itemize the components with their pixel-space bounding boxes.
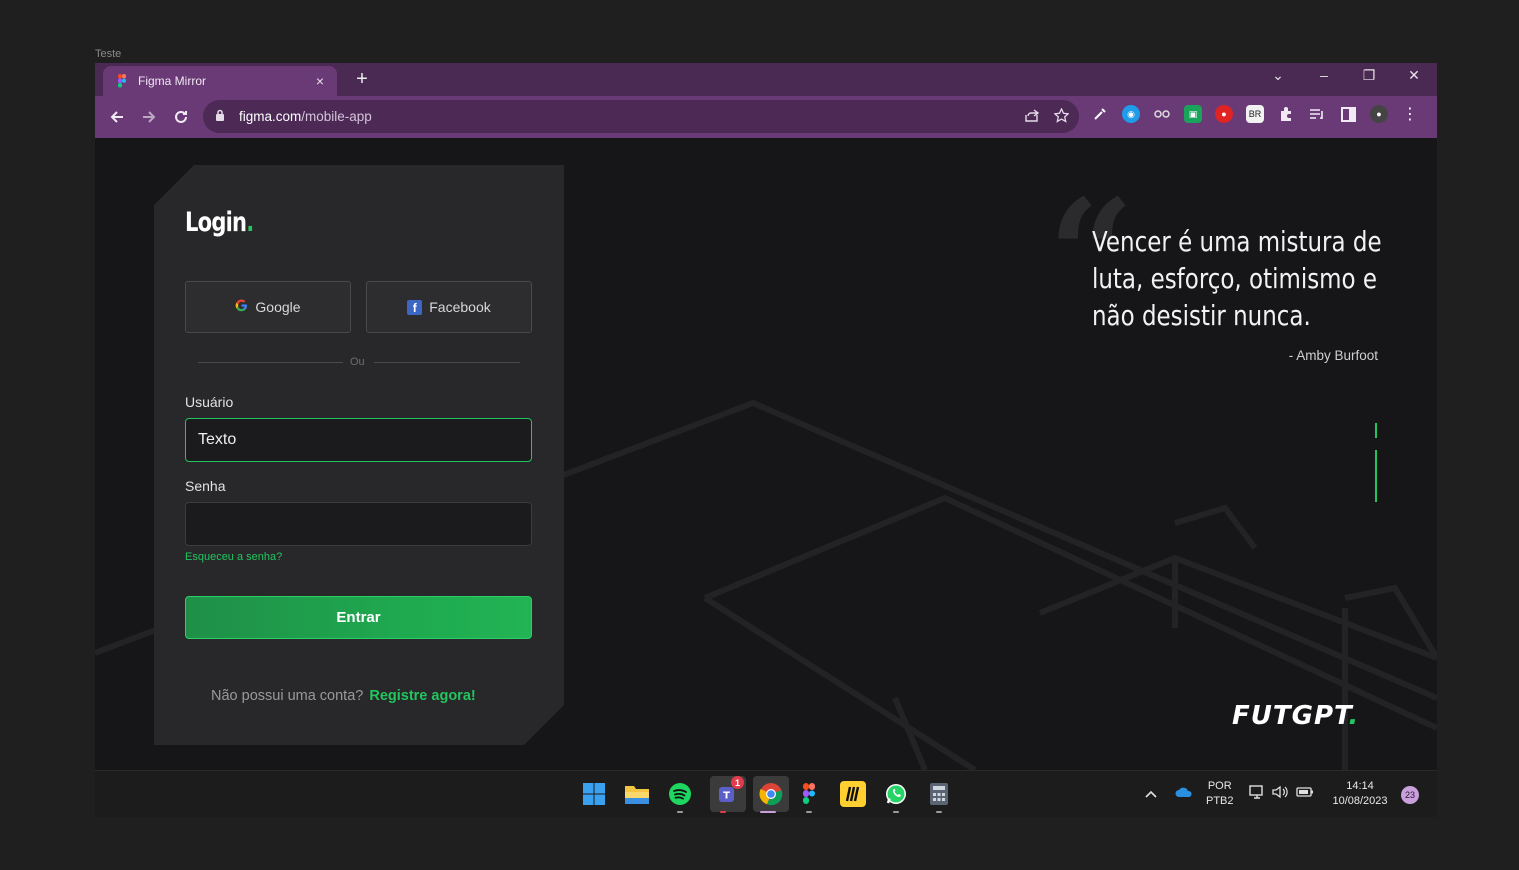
user-label: Usuário xyxy=(185,394,234,410)
clock[interactable]: 14:14 10/08/2023 xyxy=(1327,779,1393,809)
brand-dot: . xyxy=(1348,701,1360,731)
facebook-icon: f xyxy=(407,299,423,315)
quote-author: - Amby Burfoot xyxy=(1288,348,1378,363)
side-panel-icon[interactable] xyxy=(1339,105,1357,123)
miro-icon[interactable] xyxy=(840,781,866,807)
language-line2: PTB2 xyxy=(1206,795,1234,807)
figma-app-icon[interactable] xyxy=(796,781,822,807)
forward-icon[interactable] xyxy=(136,104,162,130)
file-explorer-icon[interactable] xyxy=(624,781,650,807)
spotify-running-indicator xyxy=(677,811,683,813)
green-extension-icon[interactable]: ▣ xyxy=(1184,105,1202,123)
calculator-running-indicator xyxy=(936,811,942,813)
teams-running-indicator xyxy=(720,811,726,813)
calculator-icon[interactable] xyxy=(926,781,952,807)
network-icon[interactable] xyxy=(1249,785,1265,803)
battery-icon[interactable] xyxy=(1296,785,1314,801)
google-button-label: Google xyxy=(255,299,301,315)
url-path: /mobile-app xyxy=(301,109,372,124)
facebook-button[interactable]: f Facebook xyxy=(366,281,532,333)
language-indicator[interactable]: POR PTB2 xyxy=(1206,779,1234,809)
back-icon[interactable] xyxy=(104,104,130,130)
signup-row: Não possui uma conta? Registre agora! xyxy=(211,688,476,704)
divider-right xyxy=(374,362,520,363)
tab-title: Figma Mirror xyxy=(138,74,206,88)
forgot-password-link[interactable]: Esqueceu a senha? xyxy=(185,551,282,563)
divider-text: Ou xyxy=(350,356,365,368)
notification-badge[interactable]: 23 xyxy=(1401,786,1419,804)
login-title-text: Login xyxy=(185,207,247,238)
quote-line: luta, esforço, otimismo e xyxy=(1092,262,1378,295)
svg-text:T: T xyxy=(723,791,730,802)
browser-window: Figma Mirror × + ⌄ – ❐ ✕ figma.com/mobil… xyxy=(95,63,1437,813)
user-input[interactable]: Texto xyxy=(185,418,532,462)
accent-line-long xyxy=(1375,450,1377,502)
clock-date: 10/08/2023 xyxy=(1332,795,1388,807)
menu-kebab-icon[interactable]: ⋮ xyxy=(1401,105,1419,123)
brand-logo: FUTGPT. xyxy=(1232,701,1359,731)
quote-line: não desistir nunca. xyxy=(1092,299,1311,332)
language-line1: POR xyxy=(1207,780,1232,792)
new-tab-button[interactable]: + xyxy=(351,68,373,91)
login-title: Login. xyxy=(185,207,254,238)
address-bar[interactable]: figma.com/mobile-app xyxy=(203,100,1079,133)
restore-icon[interactable]: ❐ xyxy=(1356,67,1382,84)
login-title-dot: . xyxy=(246,207,254,238)
clock-time: 14:14 xyxy=(1346,780,1374,792)
accent-line-short xyxy=(1375,423,1377,438)
reading-list-icon[interactable] xyxy=(1308,105,1326,123)
minimize-icon[interactable]: – xyxy=(1311,67,1337,83)
eyedropper-extension-icon[interactable] xyxy=(1091,105,1109,123)
spy-extension-icon[interactable] xyxy=(1153,105,1171,123)
windows-taskbar: T 1 POR PTB2 14:14 10/08/2023 23 xyxy=(95,770,1437,817)
teams-badge: 1 xyxy=(731,776,744,789)
quote-line: Vencer é uma mistura de xyxy=(1092,225,1382,258)
eye-extension-icon[interactable]: ◉ xyxy=(1122,105,1140,123)
tab-search-icon[interactable]: ⌄ xyxy=(1265,67,1291,84)
figma-running-indicator xyxy=(806,811,812,813)
red-extension-icon[interactable]: ● xyxy=(1215,105,1233,123)
share-icon[interactable] xyxy=(1024,108,1040,126)
url-host: figma.com xyxy=(239,109,302,124)
extensions-puzzle-icon[interactable] xyxy=(1277,105,1295,123)
google-button[interactable]: Google xyxy=(185,281,351,333)
facebook-button-label: Facebook xyxy=(429,299,491,315)
windows-start-icon[interactable] xyxy=(581,781,607,807)
whatsapp-running-indicator xyxy=(893,811,899,813)
onedrive-icon[interactable] xyxy=(1175,785,1193,801)
lock-icon xyxy=(215,109,229,124)
signup-link[interactable]: Registre agora! xyxy=(369,688,475,704)
whatsapp-icon[interactable] xyxy=(883,781,909,807)
google-icon xyxy=(235,299,248,315)
tab-bar: Figma Mirror × + ⌄ – ❐ ✕ xyxy=(95,63,1437,96)
url-text: figma.com/mobile-app xyxy=(239,109,372,124)
password-input[interactable] xyxy=(185,502,532,546)
teams-icon[interactable]: T 1 xyxy=(710,776,746,812)
br-extension-icon[interactable]: BR xyxy=(1246,105,1264,123)
page-viewport: Login. Google f Facebook Ou Usuário Text… xyxy=(95,138,1437,770)
spotify-icon[interactable] xyxy=(667,781,693,807)
login-submit-button[interactable]: Entrar xyxy=(185,596,532,639)
brand-name: FUTGPT xyxy=(1232,701,1349,731)
figma-icon xyxy=(118,74,126,88)
close-window-icon[interactable]: ✕ xyxy=(1401,67,1427,84)
bookmark-star-icon[interactable] xyxy=(1053,107,1070,126)
divider-left xyxy=(198,362,343,363)
chevron-up-icon[interactable] xyxy=(1145,785,1157,801)
browser-toolbar: figma.com/mobile-app ◉ ▣ ● BR ● ⋮ xyxy=(95,96,1437,138)
reload-icon[interactable] xyxy=(168,104,194,130)
chrome-active-indicator xyxy=(760,811,776,813)
profile-avatar[interactable]: ● xyxy=(1370,105,1388,123)
tab-figma-mirror[interactable]: Figma Mirror × xyxy=(103,66,337,96)
volume-icon[interactable] xyxy=(1272,785,1288,802)
quote-text: Vencer é uma mistura de luta, esforço, o… xyxy=(1092,223,1382,334)
frame-label: Teste xyxy=(95,48,122,60)
tab-close-icon[interactable]: × xyxy=(309,73,331,89)
password-label: Senha xyxy=(185,478,226,494)
signup-prompt: Não possui uma conta? xyxy=(211,688,364,704)
chrome-icon[interactable] xyxy=(753,776,789,812)
